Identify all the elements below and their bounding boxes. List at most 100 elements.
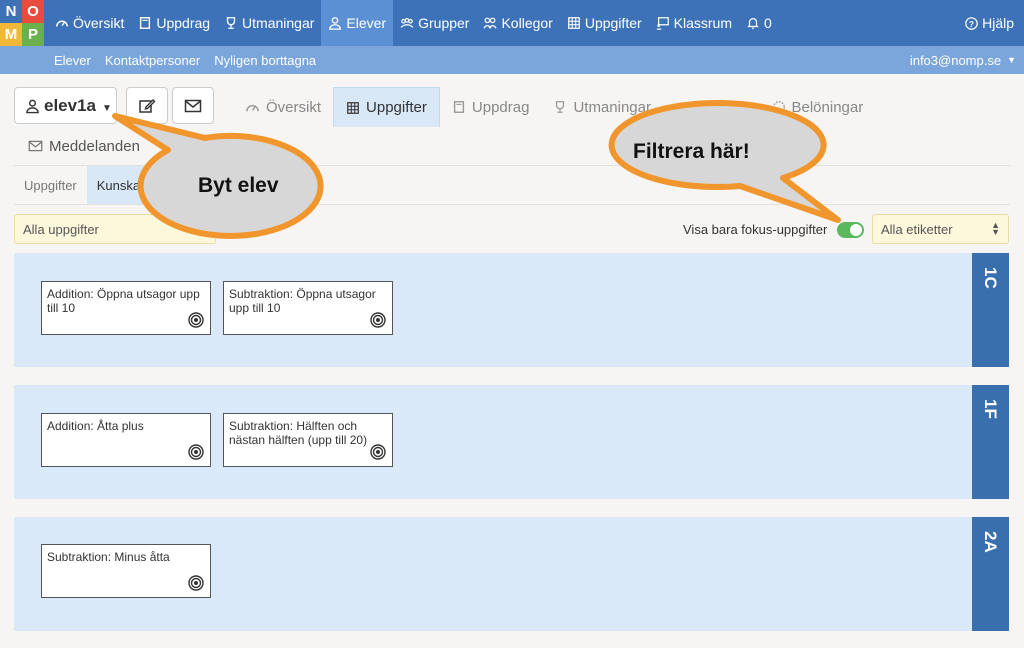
tab-label: Utmaningar <box>573 98 651 116</box>
dashboard-icon <box>246 104 259 111</box>
users-icon <box>483 17 498 29</box>
task-card[interactable]: Subtraktion: Hälften och nästan hälften … <box>223 413 393 467</box>
nav-item-uppgifter[interactable]: Uppgifter <box>560 0 649 46</box>
class-label-bar: 1C <box>972 253 1009 367</box>
task-subtabs: Uppgifter Kunskap <box>14 166 158 204</box>
tab-label: Uppdrag <box>471 98 530 116</box>
help-link[interactable]: ? Hjälp <box>965 0 1014 46</box>
task-filter-select[interactable]: Alla uppgifter <box>14 214 216 244</box>
logo-letter: M <box>0 23 22 46</box>
task-title: Subtraktion: Öppna utsagor upp till 10 <box>229 287 376 315</box>
tab-oversikt[interactable]: Översikt <box>233 87 333 127</box>
target-icon <box>188 444 204 460</box>
class-label: 1F <box>981 399 1000 419</box>
help-label: Hjälp <box>982 15 1014 31</box>
task-card[interactable]: Subtraktion: Minus åtta <box>41 544 211 598</box>
tag-filter-select[interactable]: Alla etiketter ▲ ▼ <box>872 214 1009 244</box>
divider <box>14 204 1010 205</box>
task-title: Addition: Åtta plus <box>47 419 144 433</box>
nav-item-label: Elever <box>346 15 387 31</box>
notification-count: 0 <box>764 15 772 31</box>
class-section: Addition: Åtta plus Subtraktion: Hälften… <box>14 385 1009 499</box>
trophy-icon <box>556 101 565 113</box>
top-navbar: N O M P Översikt Uppdrag Utmaningar Elev… <box>0 0 1024 46</box>
student-selector[interactable]: elev1a ▼ <box>14 87 117 124</box>
edit-student-button[interactable] <box>126 87 168 124</box>
filtrera-text: Filtrera här! <box>633 140 750 163</box>
account-email: info3@nomp.se <box>909 52 1002 68</box>
tab-utmaningar[interactable]: Utmaningar <box>541 87 663 127</box>
student-name: elev1a <box>44 95 96 115</box>
tab-label: Översikt <box>266 98 322 116</box>
nav-item-label: Uppgifter <box>584 15 642 31</box>
question-icon: ? <box>965 16 978 30</box>
caret-down-icon: ▼ <box>1007 55 1016 65</box>
subnav-item-nyligen-borttagna[interactable]: Nyligen borttagna <box>207 53 323 68</box>
envelope-icon <box>28 140 43 152</box>
account-menu[interactable]: info3@nomp.se ▼ <box>910 46 1016 74</box>
tab-aktivitet[interactable]: Aktivitet <box>663 87 760 127</box>
subnav-item-elever[interactable]: Elever <box>47 53 98 68</box>
nav-item-label: Klassrum <box>673 15 733 31</box>
task-card[interactable]: Subtraktion: Öppna utsagor upp till 10 <box>223 281 393 335</box>
target-icon <box>370 312 386 328</box>
task-title: Subtraktion: Hälften och nästan hälften … <box>229 419 368 447</box>
nav-item-label: Uppdrag <box>156 15 211 31</box>
divider <box>14 165 1010 166</box>
trophy-icon <box>226 17 236 29</box>
nav-item-grupper[interactable]: Grupper <box>393 0 476 46</box>
dashboard-icon <box>56 20 68 27</box>
tab-label: Meddelanden <box>49 137 140 155</box>
task-card[interactable]: Addition: Åtta plus <box>41 413 211 467</box>
target-icon <box>370 444 386 460</box>
group-icon <box>400 18 414 28</box>
nav-item-klassrum[interactable]: Klassrum <box>649 0 739 46</box>
tab-label: Belöningar <box>791 98 864 116</box>
updown-caret-icon: ▲ ▼ <box>991 220 1000 237</box>
task-title: Subtraktion: Minus åtta <box>47 550 170 564</box>
nav-item-oversikt[interactable]: Översikt <box>48 0 131 46</box>
book-icon <box>140 17 151 29</box>
logo-letter: P <box>22 23 44 46</box>
svg-text:?: ? <box>969 19 974 28</box>
subnav-item-kontaktpersoner[interactable]: Kontaktpersoner <box>98 53 207 68</box>
bell-icon <box>747 18 759 29</box>
byt-elev-text: Byt elev <box>198 174 279 197</box>
user-icon <box>26 99 39 113</box>
message-student-button[interactable] <box>172 87 214 124</box>
tab-meddelanden[interactable]: Meddelanden <box>14 128 140 164</box>
nav-item-label: Grupper <box>418 15 470 31</box>
nav-item-kollegor[interactable]: Kollegor <box>476 0 559 46</box>
subtab-kunskap[interactable]: Kunskap <box>86 166 158 204</box>
nav-item-uppdrag[interactable]: Uppdrag <box>131 0 217 46</box>
class-label: 2A <box>981 531 1000 553</box>
nomp-logo[interactable]: N O M P <box>0 0 44 46</box>
task-card[interactable]: Addition: Öppna utsagor upp till 10 <box>41 281 211 335</box>
class-section: Addition: Öppna utsagor upp till 10 Subt… <box>14 253 1009 367</box>
tab-label: Aktivitet <box>694 98 748 116</box>
badge-icon <box>772 101 785 113</box>
sub-navbar: Elever Kontaktpersoner Nyligen borttagna… <box>0 46 1024 74</box>
nav-item-label: Utmaningar <box>242 15 315 31</box>
focus-toggle[interactable] <box>837 222 864 238</box>
nav-item-elever[interactable]: Elever <box>321 0 394 46</box>
table-icon <box>567 17 580 29</box>
nav-item-utmaningar[interactable]: Utmaningar <box>217 0 321 46</box>
class-label: 1C <box>981 267 1000 289</box>
subtab-uppgifter[interactable]: Uppgifter <box>14 166 87 204</box>
nav-item-notifications[interactable]: 0 <box>739 0 779 46</box>
class-section: Subtraktion: Minus åtta 2A <box>14 517 1009 631</box>
toggle-knob <box>850 224 862 236</box>
logo-letter: N <box>0 0 22 23</box>
logo-letter: O <box>22 0 44 23</box>
target-icon <box>188 575 204 591</box>
student-tabs: Översikt Uppgifter Uppdrag Utmaningar Ak… <box>233 87 875 127</box>
user-icon <box>329 17 342 30</box>
table-icon <box>347 101 359 114</box>
tab-uppdrag[interactable]: Uppdrag <box>440 87 542 127</box>
edit-icon <box>139 98 156 113</box>
tab-uppgifter[interactable]: Uppgifter <box>333 87 440 127</box>
classroom-icon <box>656 17 669 30</box>
nav-item-label: Översikt <box>73 15 125 31</box>
tab-beloningar[interactable]: Belöningar <box>760 87 876 127</box>
